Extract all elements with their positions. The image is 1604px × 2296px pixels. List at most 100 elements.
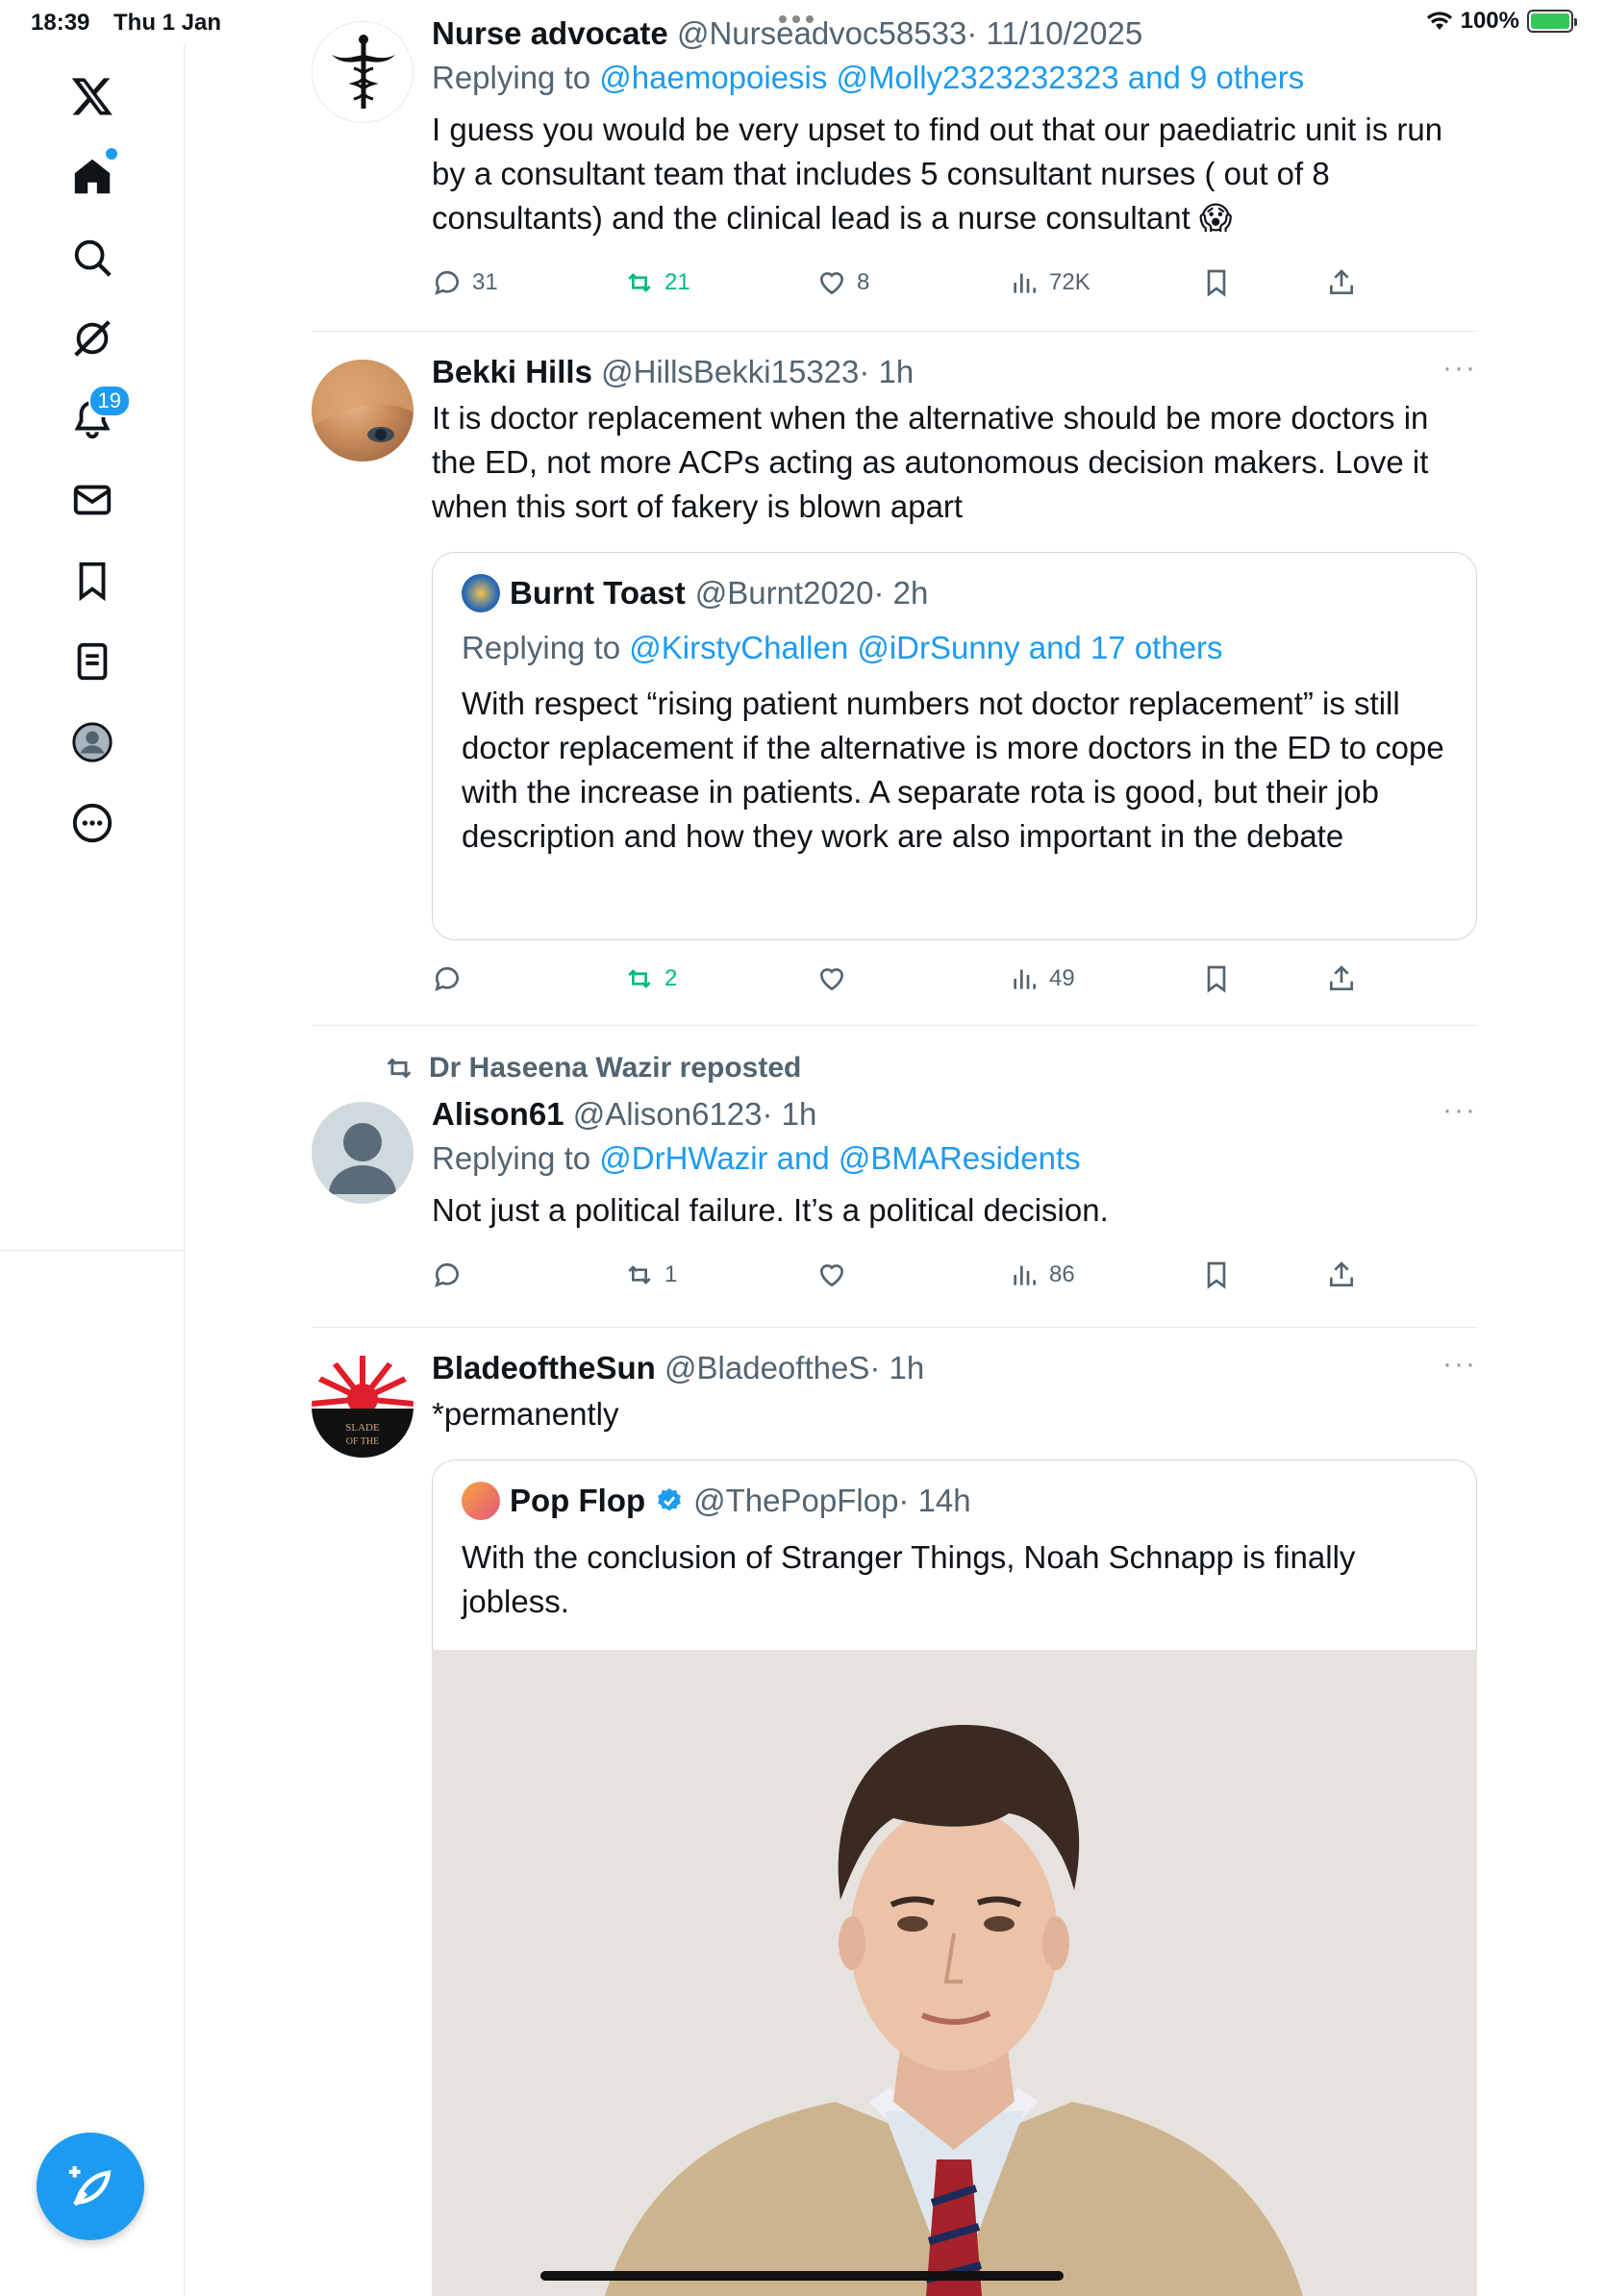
home-icon[interactable] (54, 138, 131, 215)
author-handle[interactable]: @Alison6123 (573, 1096, 763, 1132)
share-icon (1330, 269, 1353, 294)
views-button[interactable]: 72K (1009, 267, 1090, 298)
views-chart-icon (1014, 273, 1036, 293)
tweet-text: *permanently (432, 1396, 619, 1432)
heart-icon (819, 1264, 844, 1287)
quote-media-photo[interactable] (432, 1650, 1477, 2296)
author-name[interactable]: Nurse advocate (432, 15, 668, 51)
author-handle[interactable]: @HillsBekki15323 (601, 354, 859, 389)
avatar[interactable] (312, 360, 414, 462)
author-name[interactable]: Alison61 (432, 1096, 564, 1132)
more-options-icon[interactable]: ··· (1442, 1094, 1477, 1127)
reply-button[interactable]: 31 (432, 267, 498, 298)
quote-avatar (462, 574, 500, 612)
bookmark-icon (1207, 965, 1226, 993)
tweet-actions: 31 21 8 72K (432, 267, 1374, 315)
sidebar-nav: 19 (0, 44, 185, 2296)
sidebar-divider (0, 1250, 185, 1251)
compose-button[interactable] (37, 2133, 144, 2240)
quote-replying-to: Replying to @KirstyChallen @iDrSunny and… (462, 628, 1447, 668)
tweet-body: Nurse advocate @Nurseadvoc58533· 11/10/2… (432, 13, 1477, 240)
author-handle[interactable]: @Nurseadvoc58533 (677, 15, 966, 51)
reply-icon (435, 966, 459, 991)
repost-button[interactable]: 1 (624, 1260, 677, 1290)
view-count: 86 (1049, 1261, 1075, 1287)
reply-icon (435, 270, 459, 295)
x-logo-icon[interactable] (54, 58, 131, 135)
bookmarks-icon[interactable] (54, 542, 131, 619)
more-options-icon[interactable]: ··· (1442, 352, 1477, 385)
like-button[interactable] (816, 1260, 857, 1290)
avatar[interactable] (312, 21, 414, 123)
search-icon[interactable] (54, 219, 131, 296)
author-name[interactable]: Bekki Hills (432, 354, 592, 389)
reply-button[interactable] (432, 1260, 472, 1290)
tweet-text: I guess you would be very upset to find … (432, 112, 1443, 236)
status-time: 18:39 (31, 10, 90, 36)
heart-icon (819, 968, 844, 991)
tweet-divider (312, 1025, 1477, 1026)
quoted-tweet[interactable]: Burnt Toast @Burnt2020 · 2h Replying to @… (432, 552, 1477, 940)
like-button[interactable] (816, 963, 857, 994)
more-options-icon[interactable]: ··· (1442, 1348, 1477, 1381)
svg-text:SLADE: SLADE (345, 1422, 380, 1434)
views-button[interactable]: 86 (1009, 1260, 1075, 1290)
tweet-header: BladeoftheSun @BladeoftheS· 1h (432, 1348, 1477, 1388)
share-button[interactable] (1326, 267, 1357, 298)
bookmark-button[interactable] (1201, 267, 1232, 298)
repost-count: 2 (664, 965, 678, 991)
messages-icon[interactable] (54, 462, 131, 538)
views-chart-icon (1014, 1265, 1036, 1285)
grok-icon[interactable] (54, 300, 131, 377)
tweet-header: Alison61 @Alison6123· 1h (432, 1094, 1477, 1135)
replying-to-label: Replying to (432, 1140, 600, 1176)
share-button[interactable] (1326, 1260, 1357, 1290)
tweet-body: Alison61 @Alison6123· 1h Replying to @Dr… (432, 1094, 1477, 1233)
tweet-header: Bekki Hills @HillsBekki15323· 1h (432, 352, 1477, 392)
quote-avatar (462, 1482, 500, 1520)
reply-targets-link[interactable]: @DrHWazir and @BMAResidents (599, 1140, 1080, 1176)
quote-replying-to-label: Replying to (462, 630, 630, 665)
quote-header: Burnt Toast @Burnt2020 · 2h (462, 572, 1447, 614)
tweet-text: It is doctor replacement when the altern… (432, 400, 1429, 524)
tweet-text: Not just a political failure. It’s a pol… (432, 1192, 1109, 1228)
reposted-by[interactable]: Dr Haseena Wazir reposted (429, 1052, 801, 1085)
home-indicator[interactable] (540, 2271, 1064, 2281)
share-icon (1330, 965, 1353, 990)
reply-button[interactable] (432, 963, 472, 994)
replying-to-label: Replying to (432, 60, 600, 95)
more-options-icon[interactable] (54, 785, 131, 861)
battery-icon (1527, 10, 1577, 33)
author-handle[interactable]: @BladeoftheS (664, 1350, 869, 1385)
quote-author-handle: @ThePopFlop (693, 1483, 899, 1518)
tweet-divider (312, 1327, 1477, 1328)
repost-button[interactable]: 21 (624, 267, 690, 298)
tweet-header: Nurse advocate @Nurseadvoc58533· 11/10/2… (432, 13, 1477, 54)
tweet-body: BladeoftheSun @BladeoftheS· 1h *permanen… (432, 1348, 1477, 1436)
verified-badge-icon (658, 1487, 682, 1511)
svg-text:OF THE: OF THE (346, 1436, 380, 1447)
status-date: Thu 1 Jan (113, 10, 222, 36)
quote-author-handle: @Burnt2020 (694, 575, 874, 611)
share-icon (1330, 1261, 1353, 1286)
reply-targets-link[interactable]: @haemopoiesis @Molly2323232323 and 9 oth… (599, 60, 1304, 95)
quote-reply-targets-link[interactable]: @KirstyChallen @iDrSunny and 17 others (629, 630, 1222, 665)
profile-avatar-icon[interactable] (54, 704, 131, 781)
avatar[interactable] (312, 1102, 414, 1204)
heart-icon (819, 272, 844, 295)
bookmark-button[interactable] (1201, 1260, 1232, 1290)
tweet-time: · 1h (869, 1350, 925, 1385)
share-button[interactable] (1326, 963, 1357, 994)
notifications-bell-icon[interactable]: 19 (54, 381, 131, 458)
avatar[interactable]: SLADE OF THE (312, 1356, 414, 1458)
tweet-body: Bekki Hills @HillsBekki15323· 1h It is d… (432, 352, 1477, 529)
views-chart-icon (1014, 969, 1036, 989)
author-name[interactable]: BladeoftheSun (432, 1350, 656, 1385)
views-button[interactable]: 49 (1009, 963, 1075, 994)
repost-icon (628, 969, 651, 988)
like-button[interactable]: 8 (816, 267, 869, 298)
lists-icon[interactable] (54, 623, 131, 700)
repost-button[interactable]: 2 (624, 963, 677, 994)
bookmark-button[interactable] (1201, 963, 1232, 994)
view-count: 72K (1049, 269, 1090, 295)
